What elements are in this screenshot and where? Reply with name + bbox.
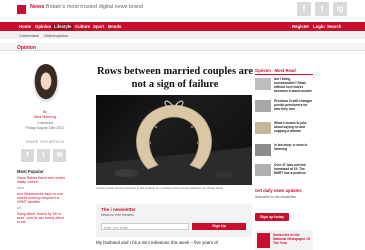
most-read-headline[interactable]: Pensions Credit changes punish pensioner… bbox=[274, 99, 313, 112]
article-headline: Rows between married couples are not a s… bbox=[96, 66, 254, 90]
share-facebook-icon[interactable]: f bbox=[21, 149, 34, 162]
most-read-item[interactable]: Am I being unreasonable? Rows without lo… bbox=[255, 77, 313, 96]
nav-culture[interactable]: Culture bbox=[73, 24, 92, 30]
byline-prefix: By bbox=[42, 110, 48, 114]
subscribe-text[interactable]: Subscribe to the National Newspaper Of T… bbox=[273, 233, 311, 245]
author-role: Columnist bbox=[37, 121, 53, 125]
most-read-item[interactable]: Pensions Credit changes punish pensioner… bbox=[255, 99, 313, 118]
article-body: My husband and I hit a mini milestone th… bbox=[96, 240, 218, 245]
most-read-thumbnail bbox=[255, 164, 271, 176]
newsletter-subtitle: News for free thinkers bbox=[101, 213, 134, 217]
section-band: Opinion bbox=[0, 43, 365, 51]
most-read-thumbnail bbox=[255, 78, 271, 90]
popular-item[interactable]: Ann Widdecombe says no one should workin… bbox=[17, 192, 67, 205]
most-read-title: Opinion · Most Read bbox=[255, 68, 296, 73]
newsletter-title: The i newsletter bbox=[101, 207, 136, 212]
most-read-thumbnail bbox=[255, 100, 271, 112]
most-read-headline[interactable]: What it means to joke about saying no an… bbox=[274, 121, 313, 134]
daily-signup-button[interactable]: Sign up today bbox=[255, 213, 289, 221]
most-read-thumbnail bbox=[255, 122, 271, 134]
article-photo bbox=[96, 95, 252, 185]
site-header: News Britain's most trusted digital news… bbox=[0, 0, 365, 22]
nav-home[interactable]: Home bbox=[17, 24, 33, 30]
most-popular-title: Most Popular bbox=[17, 169, 44, 174]
facebook-icon[interactable]: f bbox=[297, 2, 311, 16]
popular-item-tag: New bbox=[17, 186, 24, 190]
most-read-headline[interactable]: Over 47 lobs worried homeland at 15: The… bbox=[274, 163, 313, 176]
horseshoe-image bbox=[114, 100, 234, 178]
most-read-headline[interactable]: In too deep: a room is listening bbox=[274, 143, 313, 152]
newspaper-icon bbox=[257, 233, 270, 248]
nav-search[interactable]: Search bbox=[325, 24, 343, 30]
most-read-divider bbox=[255, 74, 313, 75]
author-avatar bbox=[33, 64, 59, 102]
share-email-icon[interactable]: ✉ bbox=[53, 149, 66, 162]
nav-sport[interactable]: Sport bbox=[91, 24, 106, 30]
subscribe-promo[interactable]: Subscribe to the National Newspaper Of T… bbox=[255, 230, 313, 250]
popular-item-tag: UK bbox=[17, 206, 22, 210]
share-label: SHARE THIS ARTICLE bbox=[25, 140, 65, 144]
photo-caption: A dusty horse shoe is pictured in the wi… bbox=[96, 186, 224, 190]
most-read-item[interactable]: In too deep: a room is listening bbox=[255, 143, 313, 162]
most-read-item[interactable]: What it means to joke about saying no an… bbox=[255, 121, 313, 140]
site-logo[interactable] bbox=[17, 5, 26, 14]
newsletter-box: The i newsletter News for free thinkers … bbox=[96, 204, 252, 237]
most-read-headline[interactable]: Am I being unreasonable? Rows without lo… bbox=[274, 77, 313, 94]
nav-register[interactable]: Register bbox=[290, 24, 311, 30]
newsletter-email-input[interactable]: Enter Your Email bbox=[101, 223, 189, 230]
brand-name: News bbox=[30, 4, 45, 10]
nav-bonds[interactable]: Bonds bbox=[106, 24, 123, 30]
sub-nav: Columnists Onlineopinion bbox=[0, 31, 365, 39]
publish-date: Friday August 18th 2017 bbox=[25, 126, 65, 130]
share-twitter-icon[interactable]: t bbox=[37, 149, 50, 162]
most-read-item[interactable]: Over 47 lobs worried homeland at 15: The… bbox=[255, 163, 313, 182]
twitter-icon[interactable]: t bbox=[315, 2, 329, 16]
subnav-onlineopinion[interactable]: Onlineopinion bbox=[44, 33, 68, 38]
newsletter-signup-button[interactable]: Sign Up bbox=[192, 223, 246, 230]
instagram-icon[interactable]: ig bbox=[333, 2, 347, 16]
daily-news-title: Get daily news updates bbox=[255, 188, 302, 193]
brand: News Britain's most trusted digital news… bbox=[30, 4, 143, 10]
popular-item[interactable]: Diana Rabies flared over sorbet fatally … bbox=[17, 176, 67, 184]
author-name[interactable]: Nina Manning bbox=[17, 115, 73, 119]
nav-opinion[interactable]: Opinion bbox=[33, 24, 53, 30]
daily-news-subtitle: Subscribe to the newsletter bbox=[255, 195, 296, 199]
subnav-columnists[interactable]: Columnists bbox=[19, 33, 39, 38]
brand-tagline: Britain's most trusted digital news bran… bbox=[45, 4, 143, 10]
popular-item[interactable]: Dying father, tricked by 'Mr in-work', n… bbox=[17, 212, 67, 225]
nav-lifestyle[interactable]: Lifestyle bbox=[52, 23, 74, 30]
main-nav: Home Opinion Lifestyle Culture Sport Bon… bbox=[0, 22, 365, 31]
most-read-thumbnail bbox=[255, 144, 271, 156]
section-title[interactable]: Opinion bbox=[17, 45, 36, 51]
